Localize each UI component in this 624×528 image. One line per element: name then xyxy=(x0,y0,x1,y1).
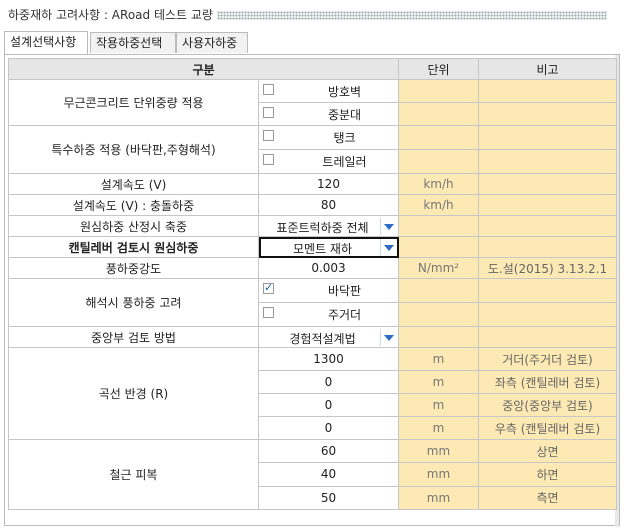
cantilever-label: 캔틸레버 검토시 원심하중 xyxy=(8,236,259,258)
wind-strength-value[interactable]: 0.003 xyxy=(258,257,399,279)
window-titlebar: 하중재하 고려사항 : ARoad 테스트 교량 xyxy=(0,0,624,26)
center-method-value: 경험적설계법 xyxy=(289,332,356,346)
checkbox-deck[interactable] xyxy=(263,281,274,294)
impact-speed-unit: km/h xyxy=(398,194,479,216)
cover-value-top[interactable]: 60 xyxy=(258,438,399,464)
centrifugal-axle-dropdown[interactable]: 표준트럭하중 전체 xyxy=(258,215,399,237)
unit-cell xyxy=(398,215,479,237)
cover-unit: mm xyxy=(398,462,479,487)
checkbox-barrier[interactable] xyxy=(263,84,274,95)
checkbox-tank-label: 탱크 xyxy=(333,131,356,145)
centrifugal-axle-label: 원심하중 산정시 축중 xyxy=(8,215,259,237)
radius-value-girder[interactable]: 1300 xyxy=(258,347,399,371)
unit-cell xyxy=(398,102,479,126)
special-load-label: 특수하중 적용 (바닥판,주형해석) xyxy=(8,125,259,174)
design-speed-value[interactable]: 120 xyxy=(258,173,399,195)
curve-radius-label: 곡선 반경 (R) xyxy=(8,347,259,440)
cantilever-value: 모멘트 재하 xyxy=(292,242,352,256)
checkbox-girder-row[interactable]: 주거더 xyxy=(258,302,399,327)
checkbox-median[interactable] xyxy=(263,107,274,118)
note-cell xyxy=(478,149,617,174)
cover-unit: mm xyxy=(398,438,479,464)
design-speed-unit: km/h xyxy=(398,173,479,195)
chevron-down-icon[interactable] xyxy=(380,218,397,235)
checkbox-tank[interactable] xyxy=(263,130,274,141)
checkbox-median-label: 중분대 xyxy=(327,108,362,122)
centrifugal-axle-value: 표준트럭하중 전체 xyxy=(276,221,369,235)
cover-note-side: 측면 xyxy=(478,485,617,511)
checkbox-deck-label: 바닥판 xyxy=(327,284,362,298)
checkbox-girder-label: 주거더 xyxy=(327,308,362,322)
checkbox-trailer-row[interactable]: 트레일러 xyxy=(258,149,399,174)
note-cell xyxy=(478,79,617,103)
note-cell xyxy=(478,173,617,195)
settings-grid: 구분 단위 비고 무근콘크리트 단위중량 적용 방호벽 중분대 특수하중 적용 … xyxy=(8,58,617,511)
radius-unit: m xyxy=(398,370,479,394)
header-unit: 단위 xyxy=(398,58,479,80)
header-category: 구분 xyxy=(8,58,399,80)
checkbox-barrier-label: 방호벽 xyxy=(327,85,362,99)
center-method-dropdown[interactable]: 경험적설계법 xyxy=(258,326,399,348)
cantilever-dropdown[interactable]: 모멘트 재하 xyxy=(258,236,399,258)
chevron-down-icon[interactable] xyxy=(380,329,397,346)
impact-speed-value[interactable]: 80 xyxy=(258,194,399,216)
title-grip xyxy=(216,11,607,20)
rebar-cover-label: 철근 피복 xyxy=(8,439,259,510)
radius-unit: m xyxy=(398,416,479,440)
wind-strength-unit: N/mm² xyxy=(398,257,479,279)
checkbox-girder[interactable] xyxy=(263,307,274,318)
note-cell xyxy=(478,302,617,327)
unit-cell xyxy=(398,302,479,327)
checkbox-trailer-label: 트레일러 xyxy=(322,155,367,169)
note-cell xyxy=(478,236,617,258)
impact-speed-label: 설계속도 (V) : 충돌하중 xyxy=(8,194,259,216)
cover-note-top: 상면 xyxy=(478,438,617,464)
checkbox-median-row[interactable]: 중분대 xyxy=(258,102,399,126)
wind-analysis-label: 해석시 풍하중 고려 xyxy=(8,278,259,327)
radius-value-center[interactable]: 0 xyxy=(258,393,399,417)
wind-strength-note: 도.설(2015) 3.13.2.1 xyxy=(478,257,617,279)
cover-unit: mm xyxy=(398,485,479,511)
radius-note-girder: 거더(주거더 검토) xyxy=(478,347,617,371)
note-cell xyxy=(478,125,617,150)
radius-note-left: 좌측 (캔틸레버 검토) xyxy=(478,370,617,394)
checkbox-tank-row[interactable]: 탱크 xyxy=(258,125,399,150)
checkbox-trailer[interactable] xyxy=(263,154,274,165)
note-cell xyxy=(478,194,617,216)
radius-note-right: 우측 (캔틸레버 검토) xyxy=(478,416,617,440)
radius-value-right[interactable]: 0 xyxy=(258,416,399,440)
window-title: 하중재하 고려사항 : ARoad 테스트 교량 xyxy=(8,6,607,23)
radius-value-left[interactable]: 0 xyxy=(258,370,399,394)
radius-unit: m xyxy=(398,393,479,417)
tab-design-options[interactable]: 설계선택사항 xyxy=(4,31,88,54)
cover-value-bottom[interactable]: 40 xyxy=(258,462,399,487)
cover-note-bottom: 하면 xyxy=(478,462,617,487)
note-cell xyxy=(478,102,617,126)
note-cell xyxy=(478,326,617,348)
wind-strength-label: 풍하중강도 xyxy=(8,257,259,279)
checkbox-deck-row[interactable]: 바닥판 xyxy=(258,278,399,303)
unit-cell xyxy=(398,236,479,258)
tab-load-selection[interactable]: 작용하중선택 xyxy=(90,32,176,53)
unit-cell xyxy=(398,125,479,150)
note-cell xyxy=(478,278,617,303)
unit-cell xyxy=(398,79,479,103)
tab-user-load[interactable]: 사용자하중 xyxy=(176,32,248,53)
unit-cell xyxy=(398,149,479,174)
checkbox-barrier-row[interactable]: 방호벽 xyxy=(258,79,399,103)
center-method-label: 중앙부 검토 방법 xyxy=(8,326,259,348)
radius-unit: m xyxy=(398,347,479,371)
radius-note-center: 중앙(중앙부 검토) xyxy=(478,393,617,417)
header-note: 비고 xyxy=(478,58,617,80)
note-cell xyxy=(478,215,617,237)
concrete-weight-label: 무근콘크리트 단위중량 적용 xyxy=(8,79,259,126)
unit-cell xyxy=(398,326,479,348)
cover-value-side[interactable]: 50 xyxy=(258,485,399,511)
unit-cell xyxy=(398,278,479,303)
design-speed-label: 설계속도 (V) xyxy=(8,173,259,195)
chevron-down-icon[interactable] xyxy=(380,239,397,256)
